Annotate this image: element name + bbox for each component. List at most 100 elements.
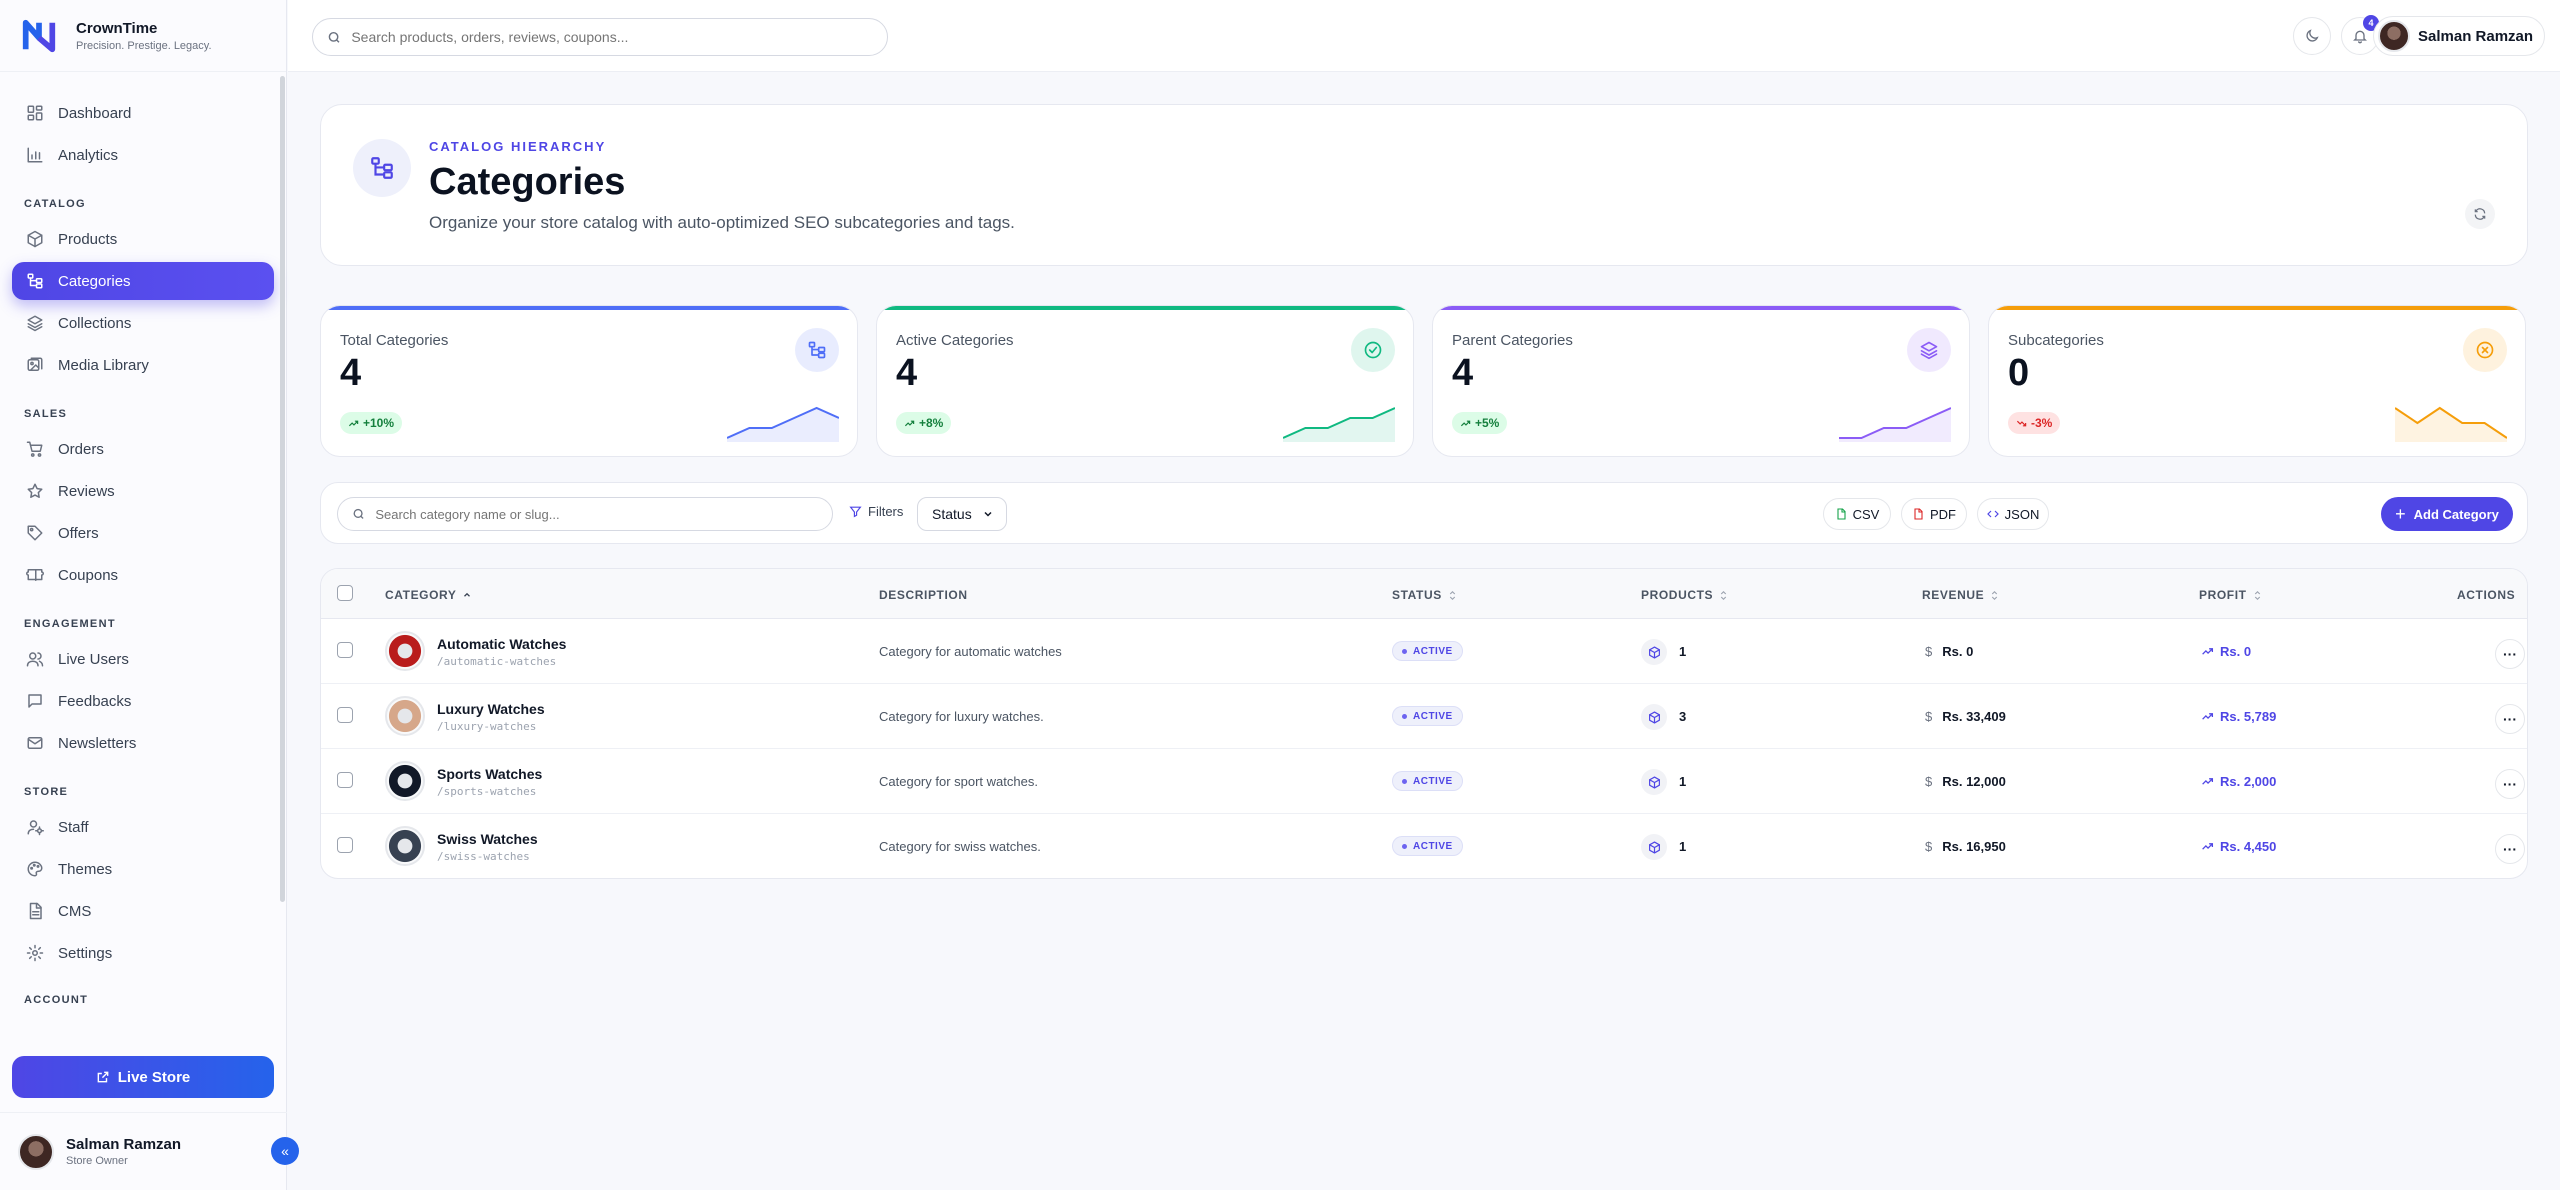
global-search-input[interactable] — [351, 29, 887, 45]
sparkline-area — [2395, 408, 2507, 442]
add-category-button[interactable]: + Add Category — [2381, 497, 2513, 531]
stat-card[interactable]: Parent Categories 4 +5% — [1432, 305, 1970, 457]
export-pdf-button[interactable]: PDF — [1901, 498, 1967, 530]
cart-icon — [26, 440, 44, 458]
stat-label: Active Categories — [896, 332, 1014, 349]
refresh-button[interactable] — [2465, 199, 2495, 229]
category-description: Category for sport watches. — [879, 774, 1038, 789]
select-all-checkbox[interactable] — [337, 585, 353, 601]
sidebar-item-label: Staff — [58, 818, 89, 836]
stat-trend-badge: +5% — [1452, 412, 1508, 434]
category-description: Category for swiss watches. — [879, 839, 1041, 854]
global-search[interactable] — [312, 18, 888, 56]
sidebar: CrownTime Precision. Prestige. Legacy. D… — [0, 0, 299, 1190]
category-slug: /swiss-watches — [437, 850, 530, 863]
revenue-value: Rs. 33,409 — [1942, 709, 2006, 724]
row-checkbox[interactable] — [337, 772, 353, 788]
stat-card[interactable]: Active Categories 4 +8% — [876, 305, 1414, 457]
filters-button[interactable]: Filters — [849, 504, 903, 519]
table-row[interactable]: Luxury Watches/luxury-watches Category fo… — [321, 684, 2527, 749]
sidebar-item-media-library[interactable]: Media Library — [12, 346, 274, 384]
sidebar-item-cms[interactable]: CMS — [12, 892, 274, 930]
brand[interactable]: CrownTime Precision. Prestige. Legacy. — [0, 0, 286, 72]
sidebar-item-categories[interactable]: Categories — [12, 262, 274, 300]
row-actions-button[interactable]: ··· — [2495, 704, 2525, 734]
sidebar-item-newsletters[interactable]: Newsletters — [12, 724, 274, 762]
sidebar-item-reviews[interactable]: Reviews — [12, 472, 274, 510]
product-count: 1 — [1679, 644, 1687, 659]
category-name[interactable]: Swiss Watches — [437, 831, 538, 847]
category-name[interactable]: Luxury Watches — [437, 701, 545, 717]
column-header-products[interactable]: PRODUCTS — [1641, 588, 1728, 602]
row-actions-button[interactable]: ··· — [2495, 639, 2525, 669]
categories-table: CATEGORY DESCRIPTION STATUS PRODUCTS REV… — [320, 568, 2528, 879]
sort-icon — [2254, 590, 2260, 600]
currency-icon: $ — [1925, 644, 1933, 659]
sidebar-item-orders[interactable]: Orders — [12, 430, 274, 468]
category-search[interactable] — [337, 497, 833, 531]
export-csv-button[interactable]: CSV — [1823, 498, 1891, 530]
avatar — [18, 1133, 54, 1170]
sidebar-scrollbar[interactable] — [280, 76, 285, 902]
sidebar-item-analytics[interactable]: Analytics — [12, 136, 274, 174]
category-thumbnail — [385, 761, 425, 801]
table-row[interactable]: Sports Watches/sports-watches Category fo… — [321, 749, 2527, 814]
user-menu-button[interactable]: Salman Ramzan — [2373, 16, 2545, 56]
category-slug: /automatic-watches — [437, 655, 557, 668]
category-name[interactable]: Sports Watches — [437, 766, 542, 782]
category-name[interactable]: Automatic Watches — [437, 636, 566, 652]
row-checkbox[interactable] — [337, 837, 353, 853]
category-thumbnail — [385, 696, 425, 736]
column-header-category[interactable]: CATEGORY — [385, 588, 472, 602]
sidebar-item-themes[interactable]: Themes — [12, 850, 274, 888]
row-actions-button[interactable]: ··· — [2495, 834, 2525, 864]
sidebar-item-collections[interactable]: Collections — [12, 304, 274, 342]
export-json-button[interactable]: JSON — [1977, 498, 2049, 530]
brand-name: CrownTime — [76, 19, 158, 37]
sidebar-item-staff[interactable]: Staff — [12, 808, 274, 846]
sidebar-item-dashboard[interactable]: Dashboard — [12, 94, 274, 132]
palette-icon — [26, 860, 44, 878]
live-store-button[interactable]: Live Store — [12, 1056, 274, 1098]
sidebar-item-live-users[interactable]: Live Users — [12, 640, 274, 678]
status-select[interactable]: Status — [917, 497, 1007, 531]
stat-trend-badge: +8% — [896, 412, 952, 434]
sidebar-item-label: Dashboard — [58, 104, 132, 122]
more-horizontal-icon: ··· — [2503, 841, 2517, 857]
status-label: ACTIVE — [1413, 840, 1453, 852]
sidebar-user-name: Salman Ramzan — [66, 1136, 182, 1153]
brand-tagline: Precision. Prestige. Legacy. — [76, 39, 212, 52]
sort-asc-icon — [464, 592, 471, 597]
table-row[interactable]: Automatic Watches/automatic-watches Categ… — [321, 619, 2527, 684]
column-header-profit[interactable]: PROFIT — [2199, 588, 2262, 602]
theme-toggle-button[interactable] — [2293, 17, 2331, 55]
row-checkbox[interactable] — [337, 707, 353, 723]
collapse-sidebar-button[interactable]: « — [271, 1137, 299, 1165]
stat-card[interactable]: Subcategories 0 -3% — [1988, 305, 2526, 457]
column-header-status[interactable]: STATUS — [1392, 588, 1457, 602]
row-actions-button[interactable]: ··· — [2495, 769, 2525, 799]
code-icon — [1986, 510, 1999, 518]
sidebar-item-label: Analytics — [58, 146, 119, 164]
sidebar-item-products[interactable]: Products — [12, 220, 274, 258]
row-checkbox[interactable] — [337, 642, 353, 658]
export-label: CSV — [1852, 506, 1880, 522]
image-icon — [26, 356, 44, 374]
sidebar-item-label: Categories — [58, 272, 131, 290]
sidebar-item-offers[interactable]: Offers — [12, 514, 274, 552]
stat-card[interactable]: Total Categories 4 +10% — [320, 305, 858, 457]
sidebar-item-settings[interactable]: Settings — [12, 934, 274, 972]
sparkline-area — [727, 408, 839, 442]
file-csv-icon — [1837, 508, 1846, 520]
table-row[interactable]: Swiss Watches/swiss-watches Category for … — [321, 814, 2527, 878]
sidebar-item-feedbacks[interactable]: Feedbacks — [12, 682, 274, 720]
category-search-input[interactable] — [375, 506, 832, 522]
status-badge: ACTIVE — [1392, 706, 1463, 726]
column-header-revenue[interactable]: REVENUE — [1922, 588, 1999, 602]
sidebar-user[interactable]: Salman Ramzan Store Owner — [0, 1112, 287, 1190]
sidebar-item-coupons[interactable]: Coupons — [12, 556, 274, 594]
currency-icon: $ — [1925, 774, 1933, 789]
sidebar-section-title: ENGAGEMENT — [24, 618, 116, 630]
filter-icon — [849, 506, 862, 518]
stat-sparkline — [1839, 407, 1951, 442]
